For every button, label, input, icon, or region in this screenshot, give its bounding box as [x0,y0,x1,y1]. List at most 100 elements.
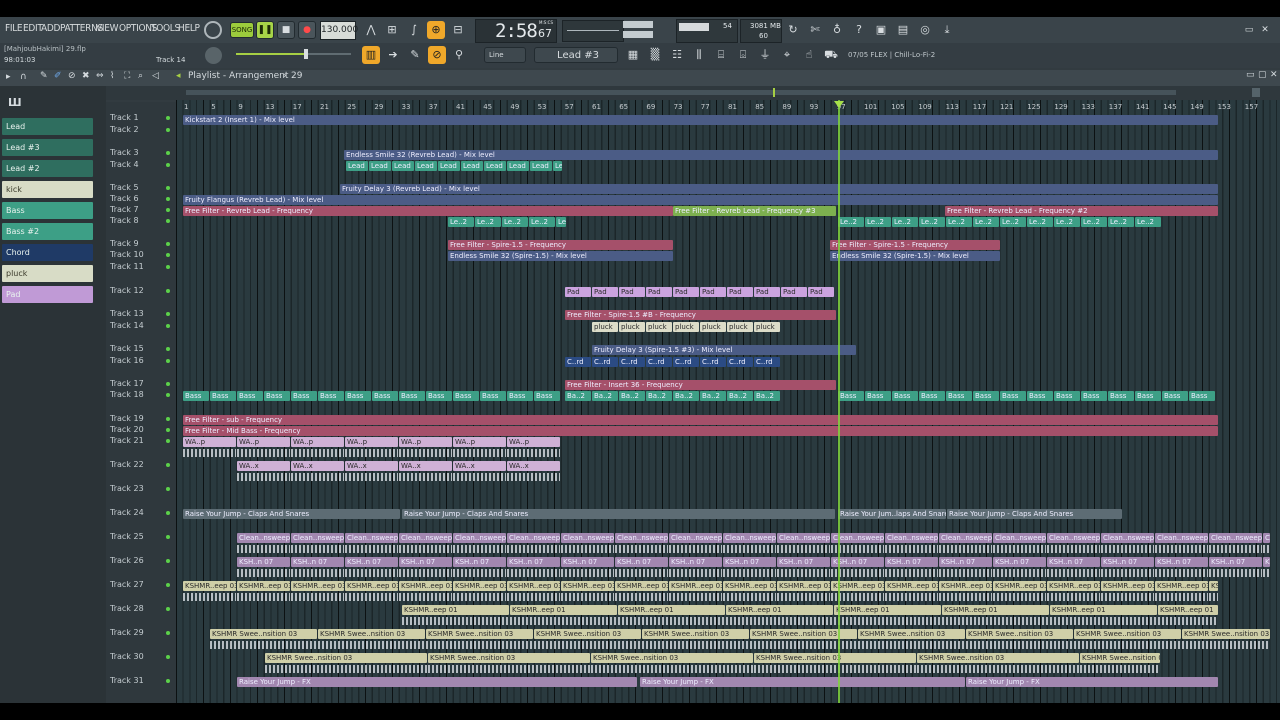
playlist-clip[interactable]: Clean..nsweep [723,533,776,543]
track-enable-led[interactable] [166,382,170,386]
track-enable-led[interactable] [166,393,170,397]
track-enable-led[interactable] [166,359,170,363]
track-enable-led[interactable] [166,679,170,683]
playlist-clip[interactable]: Le..2 [919,217,945,227]
draw-tool-icon[interactable]: ✎ [40,71,48,81]
playlist-clip[interactable]: KSHMR..eep 03 [669,581,722,591]
playlist-clip[interactable]: KSH..n 07 [561,557,614,567]
playlist-clip[interactable]: Lead [392,161,414,171]
playlist-clip[interactable]: Bass [1135,391,1161,401]
playlist-clip[interactable]: Le..2 [1135,217,1161,227]
track-name[interactable]: Track 9 [110,239,139,248]
playlist-clip[interactable]: KSH..n 07 [723,557,776,567]
overview-strip[interactable] [106,86,1280,100]
playlist-clip[interactable]: KSHMR..eep 03 [237,581,290,591]
track-enable-led[interactable] [166,417,170,421]
playlist-clip[interactable]: WA..p [345,437,398,447]
track-name[interactable]: Track 14 [110,321,144,330]
playlist-clip[interactable]: Free Filter - Insert 36 - Frequency [565,380,836,390]
pattern-item[interactable]: pluck [2,265,93,282]
playlist-clip[interactable]: Clean..nsweep [453,533,506,543]
playlist-clip[interactable]: Bass [1189,391,1215,401]
playlist-clip[interactable]: Bass [946,391,972,401]
playlist-clip[interactable]: Bass [399,391,425,401]
playlist-clip[interactable]: C..rd [673,357,699,367]
playlist-clip[interactable]: KSHMR..eep 03 [1101,581,1154,591]
playlist-clip[interactable]: KSHMR..eep 01 [1158,605,1218,615]
track-name[interactable]: Track 10 [110,250,144,259]
playlist-clip[interactable]: KSHMR..eep 03 [1209,581,1218,591]
playlist-clip[interactable]: C..rd [754,357,780,367]
playlist-clip[interactable]: Endless Smile 32 (Revreb Lead) - Mix lev… [344,150,1218,160]
playlist-clip[interactable]: KSHMR..eep 03 [507,581,560,591]
playlist-clip[interactable]: Raise Your Jump - FX [966,677,1218,687]
playlist-clip[interactable]: Clean..nsweep [1047,533,1100,543]
playlist-clip[interactable]: KSH..n 07 [939,557,992,567]
playlist-clip[interactable]: KSH..n 07 [453,557,506,567]
playlist-clip[interactable]: Bass [291,391,317,401]
playlist-clip[interactable]: Clean..nsweep [561,533,614,543]
playlist-clip[interactable]: Ba..2 [565,391,591,401]
track-enable-led[interactable] [166,631,170,635]
playlist-clip[interactable]: Lead [530,161,552,171]
playlist-clip[interactable]: KSH..n 07 [291,557,344,567]
playlist-clip[interactable]: Clean..nsweep [1101,533,1154,543]
pattern-item[interactable]: kick [2,181,93,198]
playlist-clip[interactable]: Lead [461,161,483,171]
track-name[interactable]: Track 5 [110,183,139,192]
track-enable-led[interactable] [166,253,170,257]
playlist-icon[interactable]: ▥ [362,46,380,64]
playlist-clip[interactable]: KSHMR..eep 03 [1155,581,1208,591]
playlist-clip[interactable]: Lead [507,161,529,171]
playlist-clip[interactable]: Le..2 [502,217,528,227]
playlist-clip[interactable]: Le..2 [865,217,891,227]
track-name[interactable]: Track 7 [110,205,139,214]
playlist-clip[interactable]: Free Filter - Spire-1.5 - Frequency [830,240,1000,250]
track-enable-led[interactable] [166,289,170,293]
playlist-clip[interactable]: KSHMR..eep 03 [1047,581,1100,591]
playlist-clip[interactable]: KSH..n 07 [1101,557,1154,567]
playlist-clip[interactable]: Le..2 [556,217,566,227]
playlist-clip[interactable]: KSH..n 07 [237,557,290,567]
zoom-tool-icon[interactable]: ⌕ [138,71,143,81]
playlist-clip[interactable]: WA..p [399,437,452,447]
playlist-clip[interactable]: C..rd [727,357,753,367]
playlist-clip[interactable]: KSH..n 07 [1047,557,1100,567]
playlist-clip[interactable]: KSH..n 07 [669,557,722,567]
playlist-clip[interactable]: Lead [346,161,368,171]
step-edit-icon[interactable]: ⊕ [427,21,445,39]
playlist-clip[interactable]: Ba..2 [592,391,618,401]
pl-minimize-icon[interactable]: ▭ [1246,70,1255,80]
playlist-clip[interactable]: C..rd [592,357,618,367]
menu-file[interactable]: FILE [5,23,23,34]
playlist-clip[interactable]: WA..x [507,461,560,471]
browser-icon[interactable]: ⌸ [712,46,730,64]
playlist-clip[interactable]: Raise Your Jum..laps And Snares [838,509,946,519]
playlist-clip[interactable]: KSH..n 07 [615,557,668,567]
pattern-item[interactable]: Pad [2,286,93,303]
track-name[interactable]: Track 15 [110,344,144,353]
playhead-marker-icon[interactable] [834,101,844,108]
playlist-clip[interactable]: Pad [565,287,591,297]
stamp-icon[interactable]: ⚲ [450,46,468,64]
news-ticker[interactable]: 07/05 FLEX | Chill-Lo-Fi-2 [848,51,935,59]
playlist-clip[interactable]: KSHMR..eep 03 [561,581,614,591]
scissors-icon[interactable]: ✄ [806,21,824,39]
playlist-clip[interactable]: Free Filter - Spire-1.5 #B - Frequency [565,310,836,320]
playlist-clip[interactable]: WA..x [345,461,398,471]
piano-roll-icon[interactable]: ▒ [646,46,664,64]
playlist-clip[interactable]: pluck [619,322,645,332]
track-enable-led[interactable] [166,242,170,246]
arrow-right-icon[interactable]: ➔ [384,46,402,64]
playlist-clip[interactable]: Bass [183,391,209,401]
playlist-clip[interactable]: Le..2 [448,217,474,227]
playlist-clip[interactable]: KSHMR Swee..nsition 03 [1080,653,1160,663]
playlist-clip[interactable]: WA..x [453,461,506,471]
pattern-item[interactable]: Lead [2,118,93,135]
song-mode-button[interactable]: SONG [230,22,254,38]
playlist-clip[interactable]: Bass [426,391,452,401]
playlist-clip[interactable]: Raise Your Jump - Claps And Snares [183,509,400,519]
playlist-clip[interactable]: KSH..n 07 [399,557,452,567]
delete-tool-icon[interactable]: ⊘ [68,71,76,81]
playlist-clip[interactable]: pluck [592,322,618,332]
